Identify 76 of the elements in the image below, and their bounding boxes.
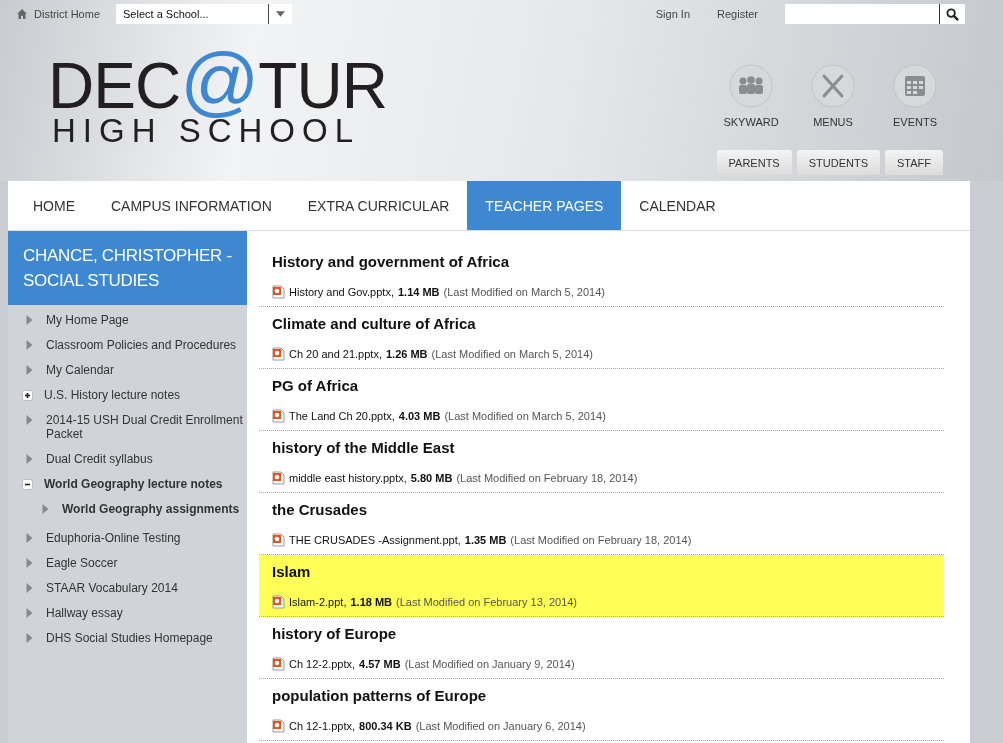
- file-title: Climate and culture of Africa: [272, 315, 477, 332]
- sidebar-link[interactable]: STAAR Vocabulary 2014: [46, 581, 178, 595]
- document-icon: [272, 595, 285, 609]
- search-field[interactable]: [785, 4, 965, 24]
- modified-date: (Last Modified on February 18, 2014): [456, 472, 638, 484]
- modified-date: (Last Modified on January 6, 2014): [415, 720, 586, 732]
- document-icon: [272, 657, 285, 671]
- nav-tab[interactable]: EXTRA CURRICULAR: [289, 181, 468, 230]
- sidebar-link[interactable]: 2014-15 USH Dual Credit Enrollment Packet: [46, 413, 247, 441]
- modified-date: (Last Modified on March 5, 2014): [443, 286, 605, 298]
- document-icon: [272, 285, 285, 299]
- sidebar-link[interactable]: Eduphoria-Online Testing: [46, 531, 181, 545]
- quick-link[interactable]: EVENTS: [887, 64, 943, 128]
- sidebar-link[interactable]: U.S. History lecture notes: [44, 388, 181, 402]
- modified-date: (Last Modified on February 13, 2014): [396, 596, 578, 608]
- file-size: 1.18 MB: [350, 596, 393, 608]
- file-title: History and government of Africa: [272, 253, 510, 270]
- people-icon: [729, 64, 773, 108]
- modified-date: (Last Modified on February 18, 2014): [510, 534, 692, 546]
- nav-tab[interactable]: HOME: [15, 181, 93, 230]
- document-icon: [272, 719, 285, 733]
- sidebar-link[interactable]: World Geography assignments: [62, 502, 240, 516]
- calendar-icon: [893, 64, 937, 108]
- sidebar-link[interactable]: Hallway essay: [46, 606, 123, 620]
- quick-link[interactable]: MENUS: [805, 64, 861, 128]
- minus-icon[interactable]: [22, 479, 33, 490]
- file-title: history of the Middle East: [272, 439, 456, 456]
- file-size: 4.57 MB: [359, 658, 401, 670]
- nav-tab[interactable]: CAMPUS INFORMATION: [93, 181, 290, 230]
- sign-in-link[interactable]: Sign In: [655, 8, 691, 20]
- file-size: 5.80 MB: [410, 472, 453, 484]
- search-icon: [946, 7, 959, 21]
- file-size: 1.26 MB: [385, 348, 428, 360]
- plus-icon[interactable]: [22, 390, 33, 401]
- modified-date: (Last Modified on March 5, 2014): [431, 348, 593, 360]
- district-home-link[interactable]: District Home: [16, 8, 116, 20]
- file-link[interactable]: middle east history.pptx,: [289, 472, 407, 484]
- file-size: 1.14 MB: [397, 286, 440, 298]
- sidebar-link[interactable]: My Calendar: [46, 363, 115, 377]
- document-icon: [272, 471, 285, 485]
- file-link[interactable]: THE CRUSADES -Assignment.ppt,: [289, 534, 461, 546]
- nav-tab[interactable]: CALENDAR: [621, 181, 734, 230]
- sidebar-link[interactable]: Classroom Policies and Procedures: [46, 338, 237, 352]
- document-icon: [272, 409, 285, 423]
- file-title: population patterns of Europe: [272, 687, 488, 704]
- file-link[interactable]: History and Gov.pptx,: [289, 286, 394, 298]
- file-link[interactable]: Ch 20 and 21.pptx,: [289, 348, 382, 360]
- sidebar-link[interactable]: DHS Social Studies Homepage: [46, 631, 213, 645]
- nav-tab[interactable]: TEACHER PAGES: [467, 181, 622, 230]
- sidebar-link[interactable]: My Home Page: [46, 313, 129, 327]
- audience-tab[interactable]: STUDENTS: [796, 150, 880, 175]
- register-link[interactable]: Register: [717, 8, 758, 20]
- school-select[interactable]: Select a School...: [116, 4, 292, 24]
- sidebar-link[interactable]: Eagle Soccer: [46, 556, 118, 570]
- document-icon: [272, 533, 285, 547]
- audience-tab[interactable]: PARENTS: [716, 150, 792, 175]
- sidebar-link[interactable]: World Geography lecture notes: [44, 477, 223, 491]
- sidebar-link[interactable]: Dual Credit syllabus: [46, 452, 153, 466]
- document-icon: [272, 347, 285, 361]
- file-size: 4.03 MB: [398, 410, 441, 422]
- home-icon: [16, 8, 28, 20]
- file-size: 800.34 KB: [359, 720, 412, 732]
- quick-link[interactable]: SKYWARD: [723, 64, 779, 128]
- modified-date: (Last Modified on January 9, 2014): [404, 658, 575, 670]
- file-title: history of Europe: [272, 625, 398, 642]
- file-title: PG of Africa: [272, 377, 360, 394]
- modified-date: (Last Modified on March 5, 2014): [444, 410, 606, 422]
- file-link[interactable]: The Land Ch 20.pptx,: [289, 410, 395, 422]
- file-link[interactable]: Ch 12-1.pptx,: [289, 720, 356, 732]
- file-title: the Crusades: [272, 501, 369, 518]
- file-title: Islam: [272, 563, 312, 580]
- file-link[interactable]: Islam-2.ppt,: [289, 596, 347, 608]
- file-size: 1.35 MB: [464, 534, 507, 546]
- audience-tab[interactable]: STAFF: [885, 150, 943, 175]
- file-link[interactable]: Ch 12-2.pptx,: [289, 658, 356, 670]
- sidebar-title: CHANCE, CHRISTOPHER - SOCIAL STUDIES: [8, 231, 247, 305]
